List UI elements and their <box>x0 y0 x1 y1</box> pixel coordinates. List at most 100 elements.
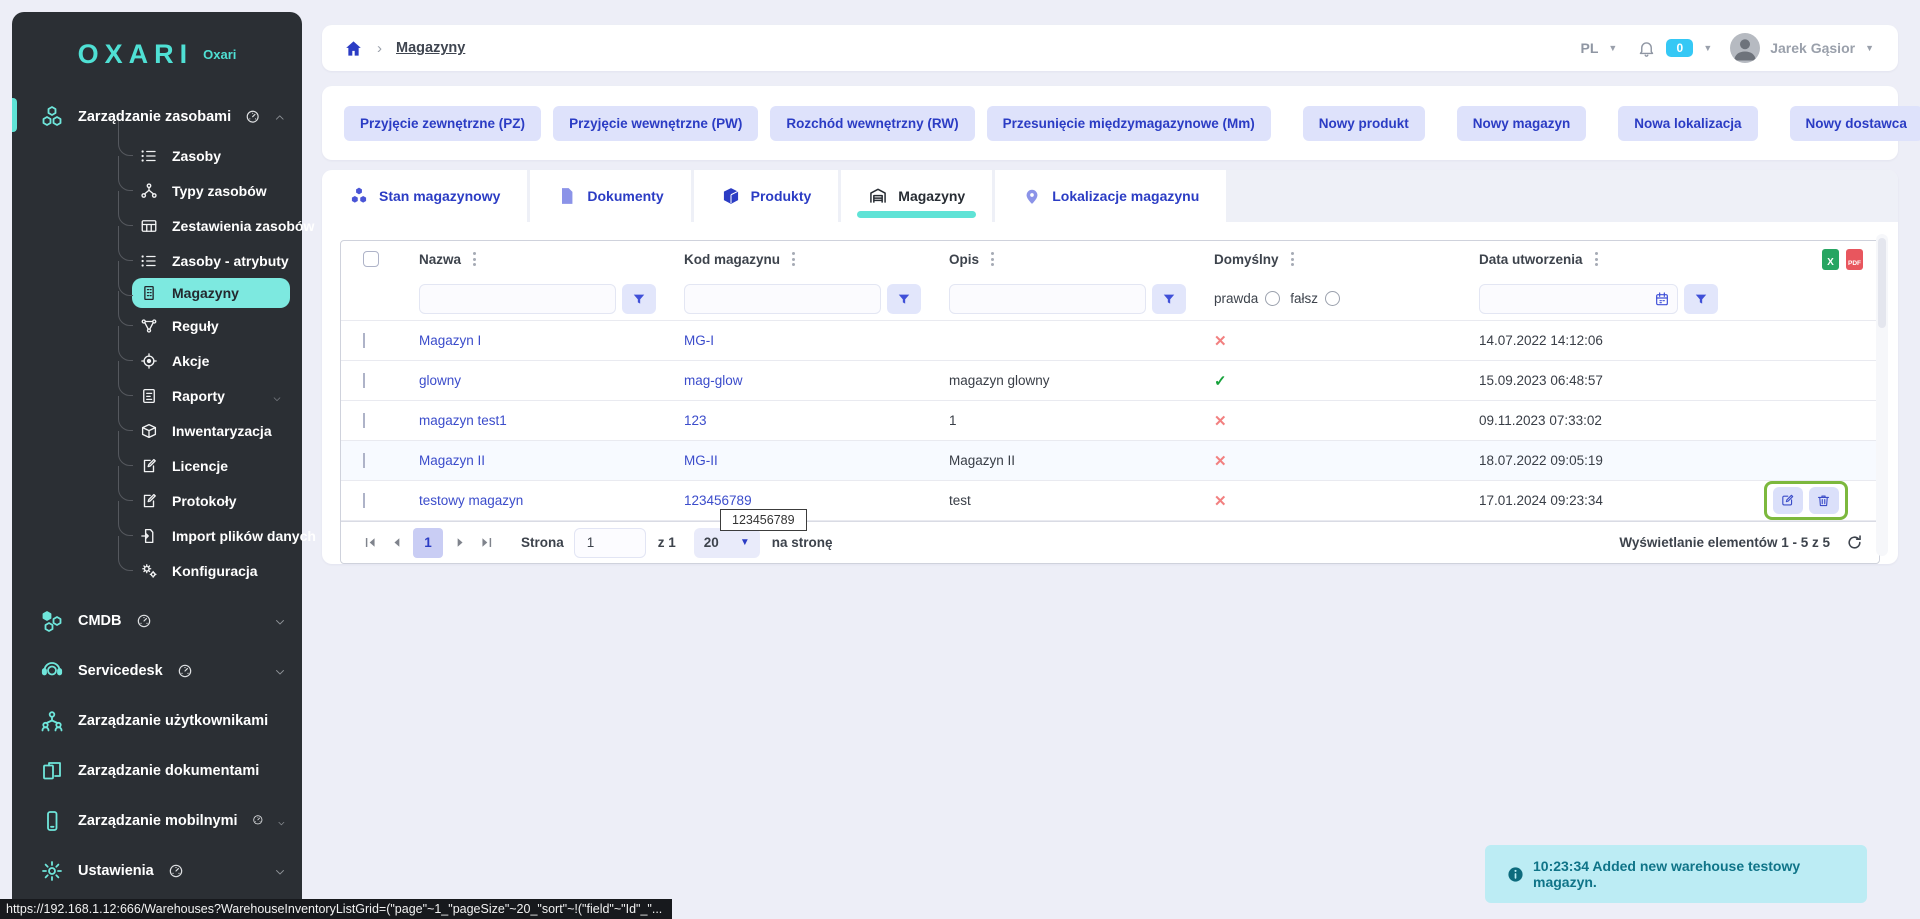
warehouse-name-link[interactable]: magazyn test1 <box>405 413 670 428</box>
sidebar-item-typy-zasobow[interactable]: Typy zasobów <box>118 173 292 208</box>
sidebar-item-konfiguracja[interactable]: Konfiguracja <box>118 553 292 588</box>
created-date: 15.09.2023 06:48:57 <box>1465 373 1732 388</box>
tab-produkty[interactable]: Produkty <box>694 170 839 222</box>
toast-notification[interactable]: 10:23:34 Added new warehouse testowy mag… <box>1485 845 1867 903</box>
sidebar-item-import-plikow-danych[interactable]: Import plików danych <box>118 518 292 553</box>
radio-falsz[interactable] <box>1325 291 1340 306</box>
export-excel-icon[interactable]: X <box>1822 249 1839 270</box>
current-page-button[interactable]: 1 <box>413 528 443 558</box>
column-header-nazwa[interactable]: Nazwa <box>405 252 670 267</box>
column-header-opis[interactable]: Opis <box>935 252 1200 267</box>
calendar-icon[interactable] <box>1654 291 1670 307</box>
filter-button-data[interactable] <box>1684 284 1718 314</box>
column-header-kod[interactable]: Kod magazynu <box>670 252 935 267</box>
filter-button-opis[interactable] <box>1152 284 1186 314</box>
default-flag: ✕ <box>1200 412 1465 430</box>
breadcrumb-link-magazyny[interactable]: Magazyny <box>396 40 465 56</box>
sidebar-item-licencje[interactable]: Licencje <box>118 448 292 483</box>
sidebar-item-zasoby[interactable]: Zasoby <box>118 138 292 173</box>
page-size-select[interactable]: 20▼ <box>694 528 760 558</box>
column-header-domyslny[interactable]: Domyślny <box>1200 252 1465 267</box>
language-selector[interactable]: PL <box>1581 40 1599 56</box>
warehouse-code-link[interactable]: 123456789 <box>670 493 935 508</box>
row-checkbox[interactable] <box>363 413 365 428</box>
row-checkbox[interactable] <box>363 493 365 508</box>
action-button-przyjecie-wewnetrzne-pw[interactable]: Przyjęcie wewnętrzne (PW) <box>553 106 758 141</box>
sidebar-item-inwentaryzacja[interactable]: Inwentaryzacja <box>118 413 292 448</box>
user-name[interactable]: Jarek Gąsior <box>1770 40 1855 56</box>
sidebar-item-zasoby-atrybuty[interactable]: Zasoby - atrybuty <box>118 243 292 278</box>
warehouse-code-link[interactable]: MG-I <box>670 333 935 348</box>
prev-page-button[interactable] <box>383 530 409 556</box>
tab-lokalizacje-magazynu[interactable]: Lokalizacje magazynu <box>995 170 1226 222</box>
column-menu-icon[interactable] <box>1291 252 1294 266</box>
filter-input-nazwa[interactable] <box>419 284 616 314</box>
sidebar-group-cmdb[interactable]: CMDB <box>40 596 292 646</box>
row-checkbox-cell <box>341 413 405 428</box>
row-checkbox[interactable] <box>363 333 365 348</box>
sidebar-item-zestawienia-zasobow[interactable]: Zestawienia zasobów <box>118 208 292 243</box>
trash-icon <box>1816 493 1831 508</box>
action-button-nowa-lokalizacja[interactable]: Nowa lokalizacja <box>1618 106 1757 141</box>
language-caret-icon[interactable]: ▼ <box>1608 43 1617 53</box>
tab-dokumenty[interactable]: Dokumenty <box>530 170 690 222</box>
inventory-icon <box>140 422 158 440</box>
action-button-rozchod-wewnetrzny-rw[interactable]: Rozchód wewnętrzny (RW) <box>770 106 974 141</box>
filter-input-kod[interactable] <box>684 284 881 314</box>
select-all-checkbox[interactable] <box>363 251 379 267</box>
warehouse-name-link[interactable]: glowny <box>405 373 670 388</box>
filter-input-opis[interactable] <box>949 284 1146 314</box>
sidebar-group-zarzadzanie-dokumentami[interactable]: Zarządzanie dokumentami <box>40 746 292 796</box>
action-button-nowy-produkt[interactable]: Nowy produkt <box>1303 106 1425 141</box>
user-caret-icon[interactable]: ▼ <box>1865 43 1874 53</box>
row-checkbox[interactable] <box>363 373 365 388</box>
warehouse-name-link[interactable]: testowy magazyn <box>405 493 670 508</box>
avatar[interactable] <box>1730 33 1760 63</box>
tab-magazyny[interactable]: Magazyny <box>841 170 992 222</box>
action-button-nowy-magazyn[interactable]: Nowy magazyn <box>1457 106 1587 141</box>
home-icon[interactable] <box>344 39 363 58</box>
delete-button[interactable] <box>1809 487 1839 514</box>
page-number-input[interactable] <box>574 528 646 558</box>
refresh-icon[interactable] <box>1846 534 1863 551</box>
warehouse-name-link[interactable]: Magazyn II <box>405 453 670 468</box>
sidebar-group-zarzadzanie-uzytkownikami[interactable]: Zarządzanie użytkownikami <box>40 696 292 746</box>
action-button-nowy-dostawca[interactable]: Nowy dostawca <box>1790 106 1920 141</box>
first-page-button[interactable] <box>357 530 383 556</box>
row-checkbox[interactable] <box>363 453 365 468</box>
sidebar-item-raporty[interactable]: Raporty <box>118 378 292 413</box>
warehouse-code-link[interactable]: mag-glow <box>670 373 935 388</box>
sidebar-group-servicedesk[interactable]: Servicedesk <box>40 646 292 696</box>
gauge-icon <box>177 663 193 679</box>
column-menu-icon[interactable] <box>1595 252 1598 266</box>
column-menu-icon[interactable] <box>792 252 795 266</box>
notification-caret-icon[interactable]: ▼ <box>1703 43 1712 53</box>
sidebar-item-akcje[interactable]: Akcje <box>118 343 292 378</box>
vertical-scrollbar[interactable] <box>1876 234 1888 556</box>
sidebar-item-magazyny[interactable]: Magazyny <box>132 278 290 308</box>
tab-stan-magazynowy[interactable]: Stan magazynowy <box>322 170 527 222</box>
sidebar-item-reguly[interactable]: Reguły <box>118 308 292 343</box>
column-menu-icon[interactable] <box>473 252 476 266</box>
edit-button[interactable] <box>1773 487 1803 514</box>
filter-button-kod[interactable] <box>887 284 921 314</box>
warehouse-name-link[interactable]: Magazyn I <box>405 333 670 348</box>
warehouse-code-link[interactable]: MG-II <box>670 453 935 468</box>
warehouse-code-link[interactable]: 123 <box>670 413 935 428</box>
sidebar-group-zarzadzanie-mobilnymi[interactable]: Zarządzanie mobilnymi <box>40 796 292 846</box>
last-page-button[interactable] <box>473 530 499 556</box>
bell-icon[interactable] <box>1637 39 1656 58</box>
radio-prawda[interactable] <box>1265 291 1280 306</box>
filter-input-data[interactable] <box>1479 284 1678 314</box>
export-pdf-icon[interactable]: PDF <box>1846 249 1863 270</box>
column-header-data[interactable]: Data utworzenia <box>1465 252 1732 267</box>
column-menu-icon[interactable] <box>991 252 994 266</box>
action-button-przesuniecie-miedzymagazynowe-mm[interactable]: Przesunięcie międzymagazynowe (Mm) <box>987 106 1271 141</box>
filter-button-nazwa[interactable] <box>622 284 656 314</box>
notification-badge[interactable]: 0 <box>1666 39 1693 57</box>
next-page-button[interactable] <box>447 530 473 556</box>
sidebar-item-protokoly[interactable]: Protokoły <box>118 483 292 518</box>
sidebar-group-zarzadzanie-zasobami[interactable]: Zarządzanie zasobami <box>40 96 292 138</box>
sidebar-group-ustawienia[interactable]: Ustawienia <box>40 846 292 896</box>
action-button-przyjecie-zewnetrzne-pz[interactable]: Przyjęcie zewnętrzne (PZ) <box>344 106 541 141</box>
